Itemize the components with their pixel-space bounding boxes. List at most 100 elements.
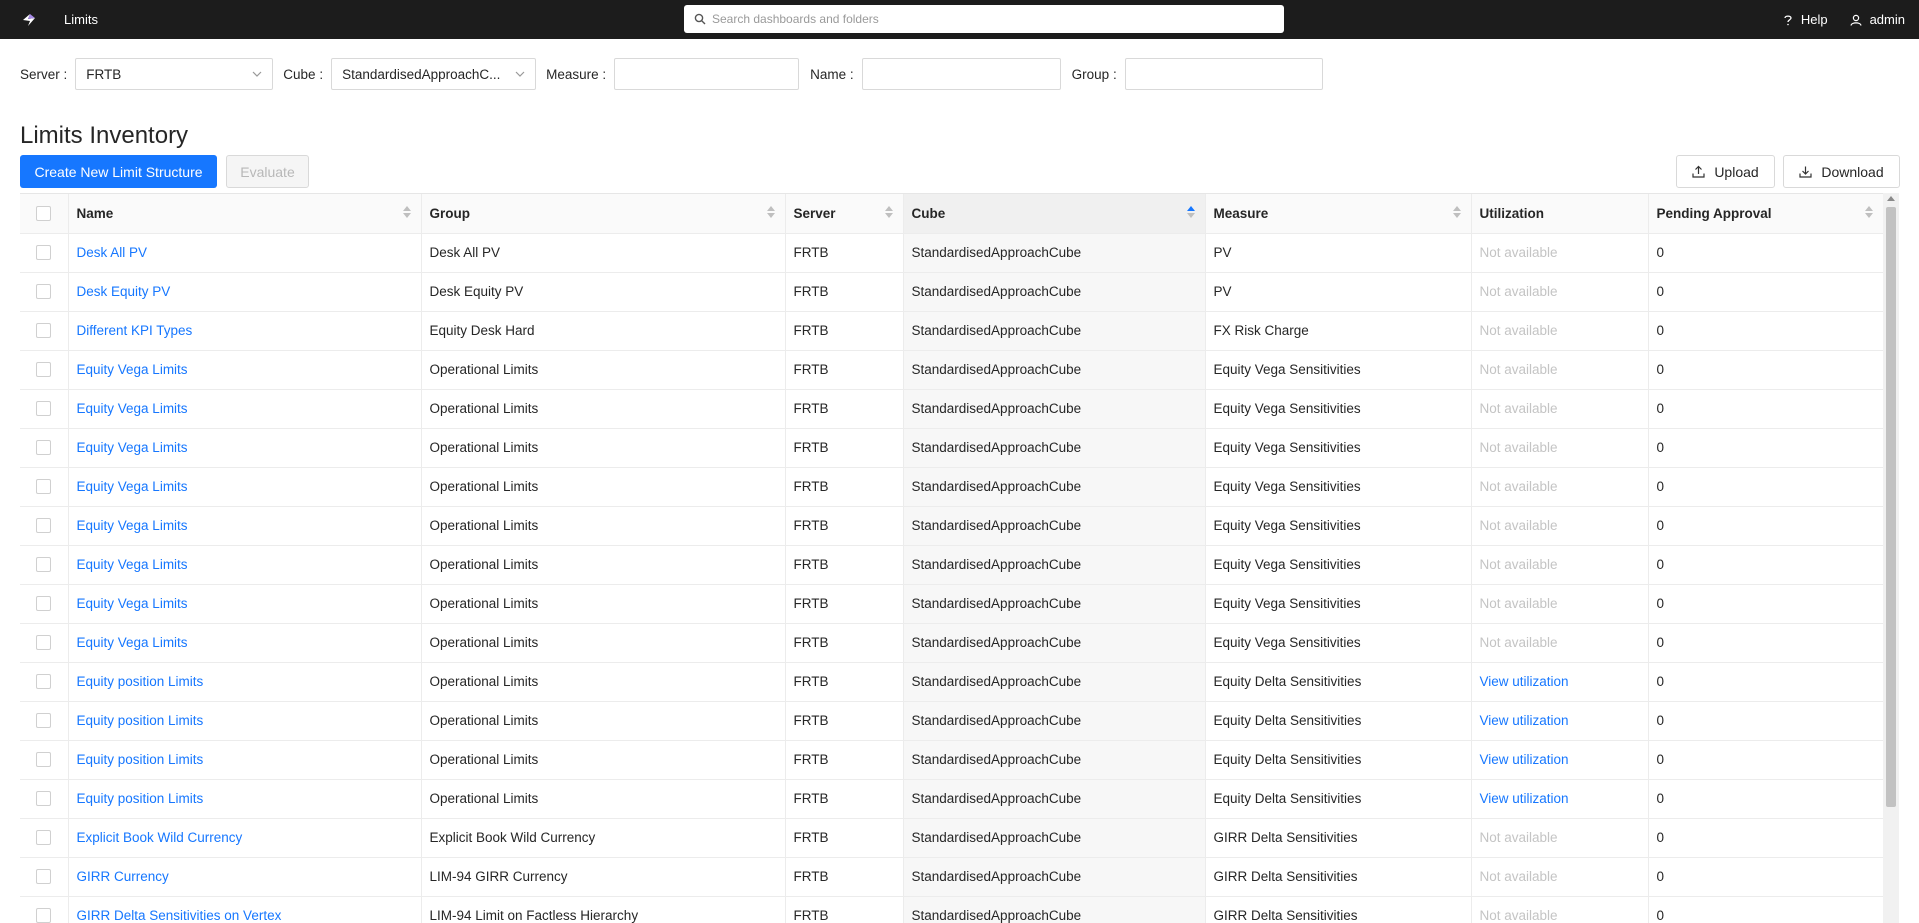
utilization-cell: Not available: [1471, 428, 1649, 468]
row-checkbox[interactable]: [36, 674, 52, 689]
user-name: admin: [1869, 12, 1905, 27]
row-checkbox[interactable]: [36, 635, 52, 650]
server-cell: FRTB: [785, 350, 904, 390]
search-box[interactable]: [684, 5, 1284, 33]
row-select-cell: [20, 779, 69, 819]
upload-button[interactable]: Upload: [1676, 155, 1775, 188]
view-utilization-link[interactable]: View utilization: [1480, 791, 1569, 806]
scroll-up-arrow-icon[interactable]: [1887, 196, 1895, 201]
row-checkbox[interactable]: [36, 284, 52, 299]
limit-name-link[interactable]: Equity Vega Limits: [77, 518, 188, 533]
app-logo-icon[interactable]: [16, 7, 42, 33]
user-menu[interactable]: admin: [1849, 12, 1905, 27]
limit-name-link[interactable]: Different KPI Types: [77, 323, 193, 338]
group-cell: Operational Limits: [421, 506, 786, 546]
limit-name-link[interactable]: Equity Vega Limits: [77, 557, 188, 572]
row-checkbox[interactable]: [36, 323, 52, 338]
limit-name-link[interactable]: Equity Vega Limits: [77, 362, 188, 377]
utilization-cell: Not available: [1471, 584, 1649, 624]
sort-icon[interactable]: [402, 206, 411, 218]
table-row: Equity Vega Limits Operational Limits FRTB…: [20, 467, 1884, 507]
limit-name-link[interactable]: Equity Vega Limits: [77, 596, 188, 611]
table-row: Equity Vega Limits Operational Limits FRTB…: [20, 428, 1884, 468]
row-select-cell: [20, 350, 69, 390]
scrollbar-thumb[interactable]: [1886, 207, 1896, 807]
limit-name-link[interactable]: Desk Equity PV: [77, 284, 171, 299]
sort-icon[interactable]: [1864, 206, 1873, 218]
server-cell: FRTB: [785, 506, 904, 546]
column-header-name[interactable]: Name: [68, 194, 422, 234]
sort-icon[interactable]: [1452, 206, 1461, 218]
column-header-pending-approval[interactable]: Pending Approval: [1648, 194, 1884, 234]
row-checkbox[interactable]: [36, 869, 52, 884]
column-header-group[interactable]: Group: [421, 194, 786, 234]
row-checkbox[interactable]: [36, 713, 52, 728]
row-select-cell: [20, 545, 69, 585]
limit-name-link[interactable]: Equity position Limits: [77, 713, 204, 728]
table-scrollbar[interactable]: [1883, 193, 1899, 923]
limit-name-link[interactable]: GIRR Delta Sensitivities on Vertex: [77, 908, 282, 923]
row-checkbox[interactable]: [36, 908, 52, 923]
limit-name-link[interactable]: Equity Vega Limits: [77, 440, 188, 455]
row-checkbox[interactable]: [36, 596, 52, 611]
limit-name-link[interactable]: Equity position Limits: [77, 674, 204, 689]
cube-cell: StandardisedApproachCube: [903, 545, 1206, 585]
limit-name-link[interactable]: Equity position Limits: [77, 791, 204, 806]
limit-name-link[interactable]: Equity Vega Limits: [77, 479, 188, 494]
name-input[interactable]: [861, 58, 1061, 90]
group-cell: LIM-94 Limit on Factless Hierarchy: [421, 896, 786, 923]
limit-name-link[interactable]: Equity position Limits: [77, 752, 204, 767]
row-select-cell: [20, 584, 69, 624]
row-checkbox[interactable]: [36, 557, 52, 572]
row-select-cell: [20, 467, 69, 507]
cube-cell: StandardisedApproachCube: [903, 818, 1206, 858]
measure-cell: Equity Vega Sensitivities: [1205, 545, 1472, 585]
limit-name-link[interactable]: Desk All PV: [77, 245, 148, 260]
name-cell: Equity Vega Limits: [68, 389, 422, 429]
row-checkbox[interactable]: [36, 245, 52, 260]
table-row: Equity position Limits Operational Limits…: [20, 701, 1884, 741]
limit-name-link[interactable]: Equity Vega Limits: [77, 401, 188, 416]
pending-approval-cell: 0: [1648, 233, 1884, 273]
row-select-cell: [20, 857, 69, 897]
view-utilization-link[interactable]: View utilization: [1480, 752, 1569, 767]
table-row: Equity Vega Limits Operational Limits FRTB…: [20, 584, 1884, 624]
table-row: Explicit Book Wild Currency Explicit Book…: [20, 818, 1884, 858]
row-checkbox[interactable]: [36, 830, 52, 845]
name-cell: Desk All PV: [68, 233, 422, 273]
row-checkbox[interactable]: [36, 791, 52, 806]
row-checkbox[interactable]: [36, 518, 52, 533]
row-checkbox[interactable]: [36, 440, 52, 455]
column-header-cube[interactable]: Cube: [903, 194, 1206, 234]
create-limit-structure-button[interactable]: Create New Limit Structure: [20, 155, 217, 188]
table-row: Equity Vega Limits Operational Limits FRTB…: [20, 506, 1884, 546]
cube-select-value: StandardisedApproachC...: [342, 66, 501, 82]
view-utilization-link[interactable]: View utilization: [1480, 674, 1569, 689]
group-input[interactable]: [1124, 58, 1323, 90]
column-header-server[interactable]: Server: [785, 194, 904, 234]
help-button[interactable]: Help: [1783, 12, 1828, 27]
measure-input[interactable]: [614, 58, 800, 90]
row-checkbox[interactable]: [36, 401, 52, 416]
download-button[interactable]: Download: [1783, 155, 1900, 188]
cube-select[interactable]: StandardisedApproachC...: [331, 58, 537, 90]
sort-ascending-icon[interactable]: [1186, 206, 1195, 218]
row-checkbox[interactable]: [36, 479, 52, 494]
row-select-cell: [20, 818, 69, 858]
cube-cell: StandardisedApproachCube: [903, 272, 1206, 312]
select-all-checkbox[interactable]: [36, 205, 52, 221]
row-checkbox[interactable]: [36, 362, 52, 377]
measure-cell: Equity Delta Sensitivities: [1205, 779, 1472, 819]
column-header-measure[interactable]: Measure: [1205, 194, 1472, 234]
limit-name-link[interactable]: Equity Vega Limits: [77, 635, 188, 650]
sort-icon[interactable]: [766, 206, 775, 218]
server-cell: FRTB: [785, 272, 904, 312]
server-select[interactable]: FRTB: [75, 58, 274, 90]
view-utilization-link[interactable]: View utilization: [1480, 713, 1569, 728]
limit-name-link[interactable]: Explicit Book Wild Currency: [77, 830, 243, 845]
limit-name-link[interactable]: GIRR Currency: [77, 869, 169, 884]
table-row: Equity Vega Limits Operational Limits FRTB…: [20, 623, 1884, 663]
search-input[interactable]: [712, 12, 1284, 26]
sort-icon[interactable]: [884, 206, 893, 218]
row-checkbox[interactable]: [36, 752, 52, 767]
